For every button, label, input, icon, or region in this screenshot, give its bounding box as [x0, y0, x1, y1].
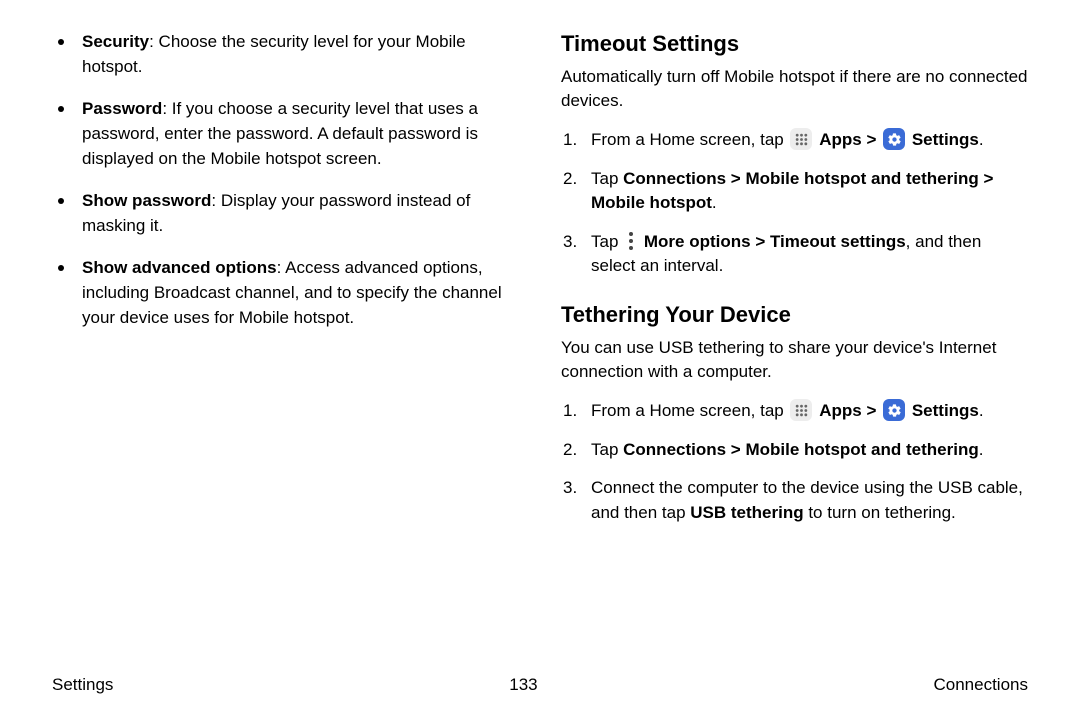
text: Tap [591, 232, 623, 251]
bullet-security: Security: Choose the security level for … [74, 30, 519, 79]
page-footer: Settings 133 Connections [52, 675, 1028, 695]
settings-icon [883, 128, 905, 150]
term: Security [82, 32, 149, 51]
apps-icon [790, 128, 812, 150]
apps-icon [790, 399, 812, 421]
bullet-password: Password: If you choose a security level… [74, 97, 519, 171]
text: Tap [591, 169, 623, 188]
settings-label: Settings [912, 130, 979, 149]
text: From a Home screen, tap [591, 401, 788, 420]
timeout-steps: From a Home screen, tap Apps > Settings.… [561, 128, 1028, 279]
left-column: Security: Choose the security level for … [52, 30, 519, 540]
hotspot-options-list: Security: Choose the security level for … [52, 30, 519, 330]
bullet-show-password: Show password: Display your password ins… [74, 189, 519, 238]
text: Tap [591, 440, 623, 459]
apps-label: Apps [819, 401, 862, 420]
arrow: > [866, 401, 881, 420]
settings-icon [883, 399, 905, 421]
period: . [979, 401, 984, 420]
period: . [712, 193, 717, 212]
footer-right: Connections [933, 675, 1028, 695]
tethering-steps: From a Home screen, tap Apps > Settings.… [561, 399, 1028, 526]
settings-label: Settings [912, 401, 979, 420]
tether-step-2: Tap Connections > Mobile hotspot and tet… [561, 438, 1028, 463]
path: Connections > Mobile hotspot and tetheri… [623, 440, 979, 459]
term: Show advanced options [82, 258, 277, 277]
arrow: > [866, 130, 881, 149]
text: From a Home screen, tap [591, 130, 788, 149]
tether-step-1: From a Home screen, tap Apps > Settings. [561, 399, 1028, 424]
tether-step-3: Connect the computer to the device using… [561, 476, 1028, 525]
period: . [979, 440, 984, 459]
footer-left: Settings [52, 675, 113, 695]
right-column: Timeout Settings Automatically turn off … [561, 30, 1028, 540]
bullet-show-advanced: Show advanced options: Access advanced o… [74, 256, 519, 330]
tethering-intro: You can use USB tethering to share your … [561, 336, 1028, 385]
term: Show password [82, 191, 211, 210]
page-number: 133 [509, 675, 537, 695]
more-options-icon [625, 230, 637, 252]
text-b: to turn on tethering. [804, 503, 956, 522]
timeout-heading: Timeout Settings [561, 30, 1028, 59]
path: Connections > Mobile hotspot and tetheri… [591, 169, 993, 213]
timeout-step-3: Tap More options > Timeout settings, and… [561, 230, 1028, 279]
path: More options > Timeout settings [644, 232, 906, 251]
timeout-intro: Automatically turn off Mobile hotspot if… [561, 65, 1028, 114]
timeout-step-1: From a Home screen, tap Apps > Settings. [561, 128, 1028, 153]
period: . [979, 130, 984, 149]
term: Password [82, 99, 162, 118]
content-columns: Security: Choose the security level for … [52, 30, 1028, 540]
usb-tethering-bold: USB tethering [690, 503, 803, 522]
timeout-step-2: Tap Connections > Mobile hotspot and tet… [561, 167, 1028, 216]
apps-label: Apps [819, 130, 862, 149]
tethering-heading: Tethering Your Device [561, 301, 1028, 330]
